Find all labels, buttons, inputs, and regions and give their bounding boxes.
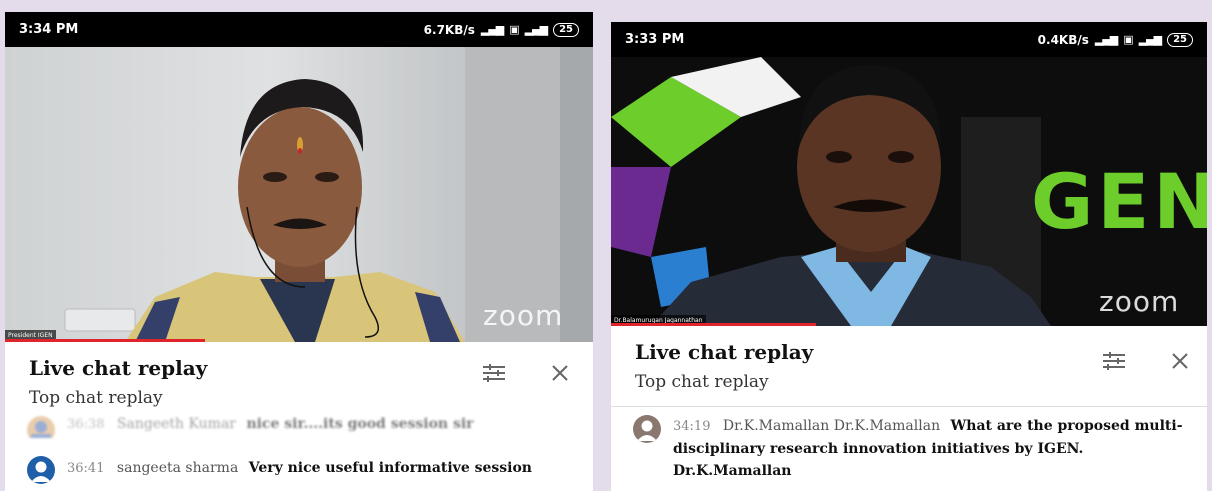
avatar — [27, 416, 55, 438]
chat-filter-icon[interactable] — [481, 360, 507, 386]
message-author: Sangeeth Kumar — [116, 416, 236, 432]
close-icon[interactable] — [547, 360, 573, 386]
battery-icon: 25 — [1167, 32, 1193, 47]
volte-icon: ▣ — [509, 23, 519, 36]
zoom-logo: zoom — [1099, 285, 1180, 318]
right-screenshot: 3:33 PM 0.4KB/s ▂▄▆ ▣ ▂▄▆ 25 GEN zoom Dr… — [611, 22, 1207, 491]
status-time: 3:34 PM — [19, 22, 79, 37]
chat-message: 36:41 sangeeta sharma Very nice useful i… — [5, 456, 593, 484]
zoom-logo: zoom — [483, 299, 564, 332]
video-player[interactable]: GEN zoom Dr.Balamurugan Jagannathan — [611, 57, 1207, 326]
left-screenshot: 3:34 PM 6.7KB/s ▂▄▆ ▣ ▂▄▆ 25 zoom Presid… — [5, 12, 593, 491]
close-icon[interactable] — [1167, 348, 1193, 374]
chat-mode-selector[interactable]: Top chat replay — [635, 372, 1207, 392]
chat-message-list: 36:38 Sangeeth Kumar nice sir....its goo… — [5, 416, 593, 491]
speaker-video-frame — [64, 47, 593, 342]
message-text: Very nice useful informative session — [248, 460, 532, 476]
chat-header-actions — [481, 360, 573, 386]
chat-filter-icon[interactable] — [1101, 348, 1127, 374]
message-author: Dr.K.Mamallan Dr.K.Mamallan — [722, 418, 941, 434]
message-timestamp: 34:19 — [673, 419, 711, 434]
avatar — [27, 456, 55, 484]
message-timestamp: 36:41 — [67, 461, 105, 476]
signal-4g-icon: ▂▄▆ — [1138, 33, 1162, 46]
message-timestamp: 36:38 — [67, 417, 105, 432]
avatar — [633, 415, 661, 443]
video-player[interactable]: zoom President IGEN — [5, 47, 593, 342]
signal-icon: ▂▄▆ — [1094, 33, 1118, 46]
signal-icon: ▂▄▆ — [480, 23, 504, 36]
status-icons: 6.7KB/s ▂▄▆ ▣ ▂▄▆ 25 — [423, 22, 579, 37]
chat-message: 36:38 Sangeeth Kumar nice sir....its goo… — [5, 416, 593, 438]
message-author: sangeeta sharma — [116, 460, 239, 476]
status-time: 3:33 PM — [625, 32, 685, 47]
status-bar: 3:34 PM 6.7KB/s ▂▄▆ ▣ ▂▄▆ 25 — [5, 12, 593, 47]
chat-header-actions — [1101, 348, 1193, 374]
status-bar: 3:33 PM 0.4KB/s ▂▄▆ ▣ ▂▄▆ 25 — [611, 22, 1207, 57]
network-speed: 6.7KB/s — [423, 22, 475, 37]
chat-message: 34:19 Dr.K.Mamallan Dr.K.Mamallan What a… — [611, 415, 1207, 482]
message-text: nice sir....its good session sir — [246, 416, 474, 432]
signal-4g-icon: ▂▄▆ — [524, 23, 548, 36]
chat-message-list: 34:19 Dr.K.Mamallan Dr.K.Mamallan What a… — [611, 406, 1207, 491]
network-speed: 0.4KB/s — [1037, 32, 1089, 47]
volte-icon: ▣ — [1123, 33, 1133, 46]
chat-header: Live chat replay Top chat replay — [611, 326, 1207, 406]
backdrop-text: GEN — [1031, 157, 1207, 246]
battery-icon: 25 — [553, 22, 579, 37]
chat-mode-selector[interactable]: Top chat replay — [29, 388, 593, 408]
status-icons: 0.4KB/s ▂▄▆ ▣ ▂▄▆ 25 — [1037, 32, 1193, 47]
